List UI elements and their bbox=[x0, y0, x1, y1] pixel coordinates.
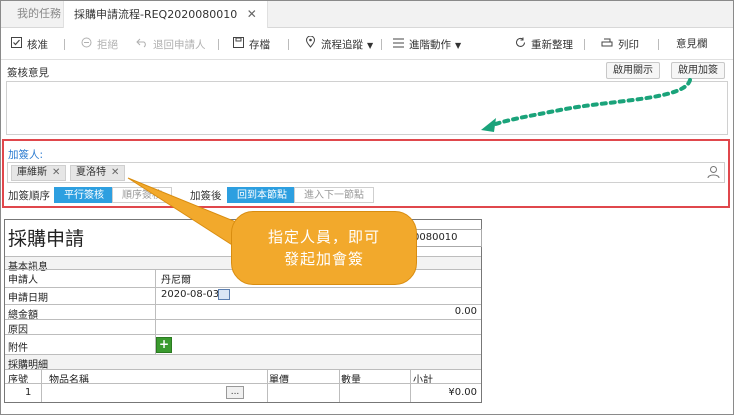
enable-notify-button[interactable]: 啟用關示 bbox=[606, 62, 660, 79]
countersign-after-label: 加簽後 bbox=[190, 190, 222, 202]
caret-down-icon: ▼ bbox=[455, 41, 462, 50]
caret-down-icon: ▼ bbox=[367, 41, 374, 50]
map-pin-icon bbox=[303, 29, 317, 60]
total-row: 總金額 0.00 bbox=[5, 304, 481, 321]
review-opinion-label: 簽核意見 bbox=[7, 67, 49, 79]
user-icon[interactable] bbox=[707, 165, 720, 182]
tab-purchase-request[interactable]: 採購申請流程-REQ2020080010 ✕ bbox=[63, 1, 268, 28]
tab-bar: 我的任務 採購申請流程-REQ2020080010 ✕ bbox=[1, 1, 733, 28]
date-row: 申請日期 2020-08-03 bbox=[5, 287, 481, 304]
undo-icon bbox=[135, 29, 149, 60]
countersign-panel: 加簽人: 庫維斯 ✕ 夏洛特 ✕ 加簽順序 平行簽核 順序簽核 加簽後 回到本節點 … bbox=[2, 139, 730, 208]
person-chip: 夏洛特 ✕ bbox=[70, 165, 126, 181]
row-subtotal: ¥0.00 bbox=[448, 387, 477, 398]
add-attachment-button[interactable]: + bbox=[156, 337, 172, 353]
reason-row: 原因 bbox=[5, 319, 481, 336]
order-parallel-toggle[interactable]: 平行簽核 bbox=[54, 187, 114, 203]
close-icon[interactable]: ✕ bbox=[247, 7, 257, 21]
reject-button[interactable]: 拒絕 bbox=[79, 29, 118, 60]
after-return-toggle[interactable]: 回到本節點 bbox=[227, 187, 297, 203]
detail-section: 採購明細 bbox=[5, 354, 481, 371]
refresh-icon bbox=[513, 29, 527, 60]
checkbox-icon bbox=[9, 29, 23, 60]
date-label: 申請日期 bbox=[8, 293, 48, 304]
reorganize-button[interactable]: 重新整理 bbox=[513, 29, 573, 60]
save-icon bbox=[231, 29, 245, 60]
review-opinion-textarea[interactable] bbox=[6, 81, 728, 135]
date-value[interactable]: 2020-08-03 bbox=[161, 289, 219, 300]
person-chip: 庫維斯 ✕ bbox=[11, 165, 67, 181]
return-applicant-button[interactable]: 退回申請人 bbox=[135, 29, 206, 60]
attachment-label: 附件 bbox=[8, 343, 28, 354]
countersign-order-label: 加簽順序 bbox=[8, 190, 50, 202]
remove-icon[interactable]: ✕ bbox=[52, 167, 60, 178]
order-sequential-toggle[interactable]: 順序簽核 bbox=[112, 187, 172, 203]
row-number: 1 bbox=[25, 387, 32, 398]
process-trace-button[interactable]: 流程追蹤 ▼ bbox=[303, 29, 373, 60]
total-value: 0.00 bbox=[454, 306, 477, 317]
tab-my-tasks[interactable]: 我的任務 bbox=[17, 1, 61, 27]
enable-countersign-button[interactable]: 啟用加簽 bbox=[671, 62, 725, 79]
after-next-toggle[interactable]: 進入下一節點 bbox=[294, 187, 374, 203]
countersign-label: 加簽人: bbox=[8, 149, 44, 161]
applicant-label: 申請人 bbox=[8, 275, 38, 286]
printer-icon bbox=[600, 29, 614, 60]
applicant-value: 丹尼爾 bbox=[161, 275, 191, 286]
approve-button[interactable]: 核准 bbox=[9, 29, 48, 60]
remove-icon[interactable]: ✕ bbox=[111, 167, 119, 178]
item-lookup-button[interactable]: ... bbox=[226, 386, 244, 399]
ban-icon bbox=[79, 29, 93, 60]
attachment-row: 附件 bbox=[5, 334, 481, 354]
list-icon bbox=[391, 29, 405, 60]
toolbar: 核准 拒絕 退回申請人 存檔 流程追蹤 ▼ 進階動作 ▼ 重新整理 列印 意見欄 bbox=[1, 29, 733, 60]
advanced-actions-button[interactable]: 進階動作 ▼ bbox=[391, 29, 461, 60]
tab-purchase-request-label: 採購申請流程-REQ2020080010 bbox=[74, 8, 238, 21]
calendar-icon[interactable] bbox=[218, 289, 230, 300]
request-number-field: 0080010 bbox=[408, 229, 482, 247]
countersign-people-input[interactable]: 庫維斯 ✕ 夏洛特 ✕ bbox=[7, 162, 725, 183]
print-button[interactable]: 列印 bbox=[600, 29, 639, 60]
save-button[interactable]: 存檔 bbox=[231, 29, 270, 60]
opinion-column-button[interactable]: 意見欄 bbox=[676, 29, 708, 60]
callout-text: 指定人員，即可 發起加會簽 bbox=[267, 228, 380, 268]
form-title: 採購申請 bbox=[8, 228, 85, 250]
